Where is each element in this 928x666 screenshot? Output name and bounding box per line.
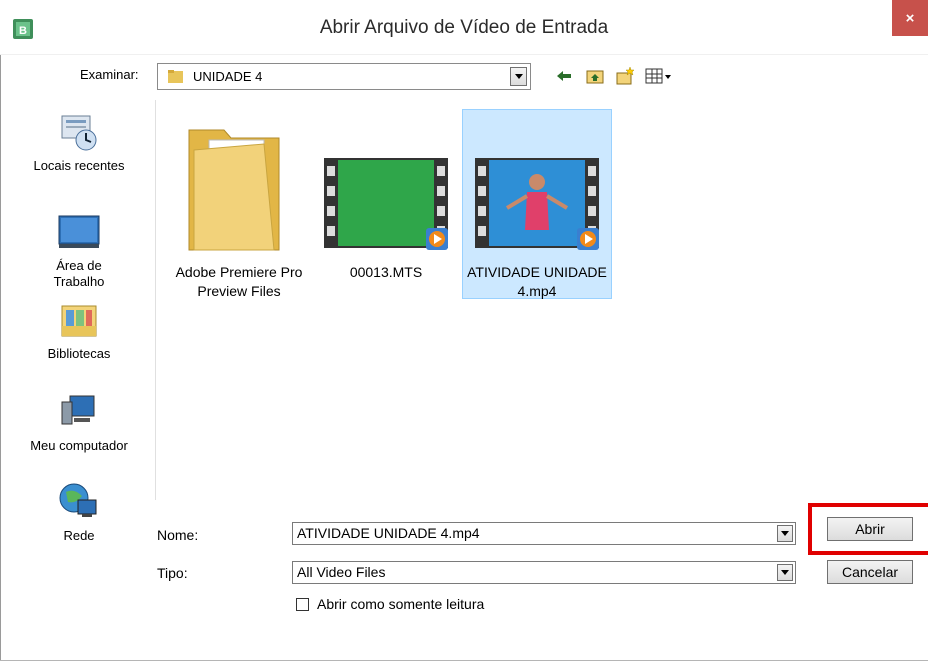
place-label: Bibliotecas bbox=[47, 346, 111, 361]
folder-icon bbox=[168, 70, 183, 83]
file-name-label: Nome: bbox=[157, 527, 199, 543]
look-in-value: UNIDADE 4 bbox=[193, 69, 263, 84]
look-in-label: Examinar: bbox=[80, 67, 139, 82]
file-type-value: All Video Files bbox=[297, 564, 386, 580]
look-in-dropdown[interactable]: UNIDADE 4 bbox=[157, 63, 531, 90]
file-name: 00013.MTS bbox=[349, 264, 423, 280]
file-name: ATIVIDADE UNIDADE 4.mp4 bbox=[467, 264, 607, 299]
libraries-icon bbox=[61, 305, 97, 337]
title-bar: B Abrir Arquivo de Vídeo de Entrada × bbox=[0, 0, 928, 55]
file-type-dropdown[interactable]: All Video Files bbox=[292, 561, 796, 584]
up-folder-icon[interactable] bbox=[585, 66, 605, 86]
desktop-icon bbox=[58, 215, 100, 248]
file-item-folder[interactable]: Adobe Premiere Pro Preview Files bbox=[164, 110, 314, 301]
dialog-bottom-edge bbox=[0, 660, 928, 666]
places-bar: Locais recentes Área de Trabalho Bibliot… bbox=[5, 98, 153, 558]
close-icon: × bbox=[905, 9, 915, 27]
window-title: Abrir Arquivo de Vídeo de Entrada bbox=[319, 17, 609, 38]
place-label: Meu computador bbox=[30, 438, 128, 453]
file-item-video[interactable]: 00013.MTS bbox=[311, 110, 461, 282]
file-name-value: ATIVIDADE UNIDADE 4.mp4 bbox=[297, 525, 480, 541]
view-menu-icon[interactable] bbox=[645, 66, 673, 86]
file-name: Adobe Premiere Pro Preview Files bbox=[175, 264, 303, 299]
open-button-highlight bbox=[808, 503, 928, 555]
place-network[interactable]: Rede bbox=[5, 478, 153, 544]
place-desktop[interactable]: Área de Trabalho bbox=[5, 208, 153, 290]
file-type-label: Tipo: bbox=[157, 565, 188, 581]
chevron-down-icon[interactable] bbox=[777, 564, 793, 581]
readonly-label: Abrir como somente leitura bbox=[317, 596, 485, 612]
place-computer[interactable]: Meu computador bbox=[5, 388, 153, 454]
new-folder-icon[interactable] bbox=[615, 66, 635, 86]
place-libraries[interactable]: Bibliotecas bbox=[5, 296, 153, 362]
cancel-button[interactable]: Cancelar bbox=[827, 560, 913, 584]
computer-icon bbox=[61, 395, 95, 425]
recent-places-icon bbox=[61, 115, 97, 151]
chevron-down-icon[interactable] bbox=[510, 67, 527, 86]
file-name-field[interactable]: ATIVIDADE UNIDADE 4.mp4 bbox=[292, 522, 796, 545]
chevron-down-icon[interactable] bbox=[777, 525, 793, 542]
readonly-checkbox[interactable] bbox=[296, 598, 309, 611]
folder-icon bbox=[188, 129, 280, 251]
close-button[interactable]: × bbox=[892, 0, 928, 36]
place-label: Locais recentes bbox=[33, 158, 125, 173]
place-label: Área de Trabalho bbox=[53, 258, 105, 289]
place-label: Rede bbox=[63, 528, 95, 543]
file-list[interactable]: Adobe Premiere Pro Preview Files 00013.M… bbox=[155, 100, 928, 500]
place-recent[interactable]: Locais recentes bbox=[5, 108, 153, 174]
file-item-video-selected[interactable]: ATIVIDADE UNIDADE 4.mp4 bbox=[462, 109, 612, 299]
video-file-icon bbox=[324, 158, 448, 250]
video-file-icon bbox=[475, 158, 599, 250]
network-icon bbox=[59, 483, 97, 517]
back-icon[interactable] bbox=[554, 66, 574, 86]
